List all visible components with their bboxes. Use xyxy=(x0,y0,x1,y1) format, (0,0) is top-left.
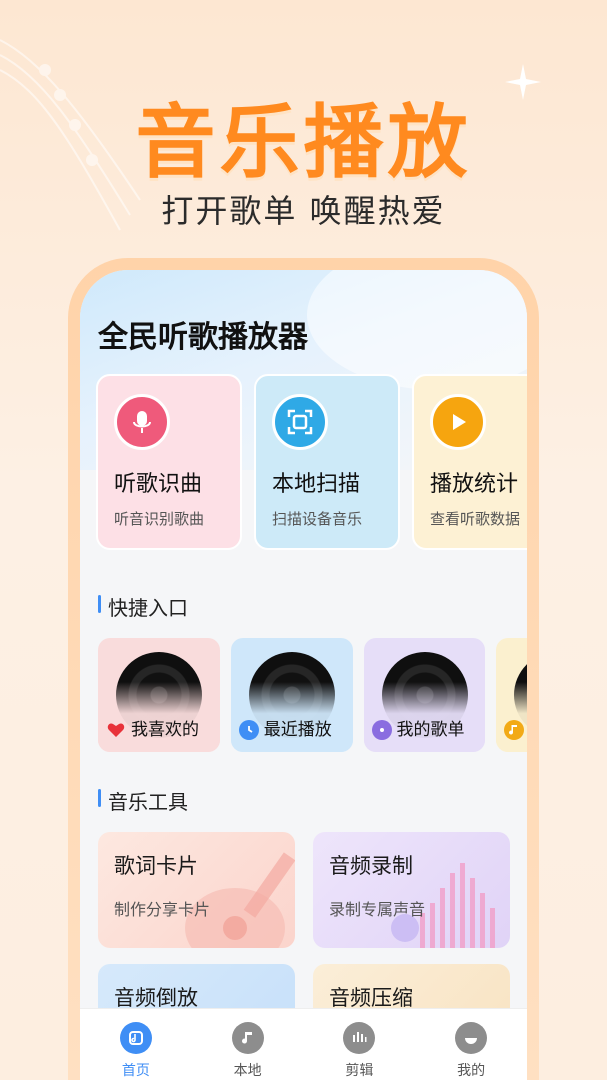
hero-subtitle: 打开歌单 唤醒热爱 xyxy=(161,192,446,230)
quick-item-label: 我喜欢的 xyxy=(131,720,199,740)
mic-music-icon xyxy=(114,394,170,450)
app-title: 全民听歌播放器 xyxy=(98,320,308,355)
nav-label: 剪辑 xyxy=(345,1062,374,1079)
quick-item-label: 我的歌单 xyxy=(396,720,465,740)
quick-item-recent[interactable]: 最近播放 xyxy=(230,638,353,752)
bottom-nav: 首页 本地 剪辑 我的 xyxy=(80,1008,527,1080)
nav-profile[interactable]: 我的 xyxy=(426,1021,516,1080)
feature-title: 听歌识曲 xyxy=(114,472,203,497)
nav-edit[interactable]: 剪辑 xyxy=(314,1021,404,1080)
quick-item-playlists[interactable]: 我的歌单 xyxy=(363,638,486,752)
tool-card-lyrics-card[interactable]: 歌词卡片 制作分享卡片 xyxy=(98,832,295,948)
feature-subtitle: 查看听歌数据 xyxy=(430,510,521,528)
feature-subtitle: 听音识别歌曲 xyxy=(114,510,205,528)
app-screen: 全民听歌播放器 听歌识曲 听音识别歌曲 本地扫描 扫描设备音乐 播放统计 查看听… xyxy=(80,270,527,1080)
tool-title: 歌词卡片 xyxy=(114,854,198,878)
tools-section-title: 音乐工具 xyxy=(98,786,188,815)
quick-section-title: 快捷入口 xyxy=(98,592,188,621)
note-icon xyxy=(504,720,525,740)
tool-title: 音频录制 xyxy=(329,854,413,878)
profile-icon xyxy=(455,1021,488,1054)
feature-card-song-recognition[interactable]: 听歌识曲 听音识别歌曲 xyxy=(96,374,242,550)
tool-subtitle: 录制专属声音 xyxy=(329,900,426,919)
hero-title: 音乐播放 xyxy=(135,96,472,189)
quick-item-more[interactable] xyxy=(496,638,527,752)
scan-icon xyxy=(272,394,328,450)
phone-frame: 全民听歌播放器 听歌识曲 听音识别歌曲 本地扫描 扫描设备音乐 播放统计 查看听… xyxy=(68,258,539,1080)
quick-item-favorites[interactable]: 我喜欢的 xyxy=(98,638,220,752)
tool-card-audio-record[interactable]: 音频录制 录制专属声音 xyxy=(313,832,510,948)
play-stats-icon xyxy=(430,394,486,450)
nav-home[interactable]: 首页 xyxy=(91,1021,181,1080)
heart-icon xyxy=(106,720,126,740)
home-music-icon xyxy=(119,1021,152,1054)
disc-icon xyxy=(371,720,392,740)
feature-card-play-stats[interactable]: 播放统计 查看听歌数据 xyxy=(412,374,527,550)
clock-icon xyxy=(238,720,259,740)
nav-label: 首页 xyxy=(121,1062,150,1079)
feature-row: 听歌识曲 听音识别歌曲 本地扫描 扫描设备音乐 播放统计 查看听歌数据 xyxy=(96,374,527,550)
edit-audio-icon xyxy=(343,1021,376,1054)
tool-title: 音频倒放 xyxy=(114,986,198,1010)
tool-title: 音频压缩 xyxy=(329,986,413,1010)
feature-card-local-scan[interactable]: 本地扫描 扫描设备音乐 xyxy=(254,374,400,550)
feature-title: 本地扫描 xyxy=(272,472,361,497)
local-music-icon xyxy=(231,1021,264,1054)
nav-local[interactable]: 本地 xyxy=(203,1021,293,1080)
feature-title: 播放统计 xyxy=(430,472,519,497)
quick-item-label: 最近播放 xyxy=(263,720,332,740)
tool-subtitle: 制作分享卡片 xyxy=(114,900,211,919)
nav-label: 本地 xyxy=(233,1062,262,1079)
nav-label: 我的 xyxy=(457,1062,486,1079)
feature-subtitle: 扫描设备音乐 xyxy=(272,510,363,528)
quick-row: 我喜欢的 最近播放 我的歌单 xyxy=(98,638,527,752)
